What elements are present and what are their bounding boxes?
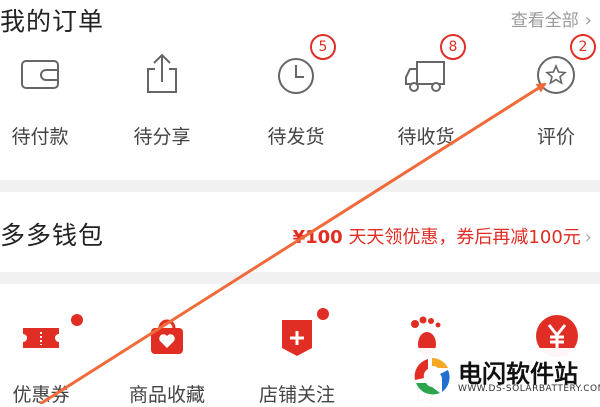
order-status-to-receive[interactable]: 8 待收货 <box>376 34 476 152</box>
notification-dot <box>71 314 83 326</box>
order-status-label: 待付款 <box>11 126 69 148</box>
tool-favorites[interactable]: 商品收藏 <box>102 312 232 406</box>
truck-icon: 8 <box>404 34 466 96</box>
watermark: 电闪软件站 WWW.DS-SOLARBATTERY.COM <box>398 348 600 404</box>
clock-icon: 5 <box>274 34 336 96</box>
orders-title: 我的订单 <box>0 7 105 36</box>
order-status-label: 评价 <box>536 126 575 148</box>
wallet-icon <box>18 52 62 96</box>
section-divider <box>0 180 600 192</box>
share-icon <box>140 52 184 96</box>
promo-text: 天天领优惠，券后再减100元 <box>348 227 581 248</box>
tool-coupons[interactable]: 优惠券 <box>0 312 106 406</box>
order-status-to-ship[interactable]: 5 待发货 <box>246 34 346 152</box>
order-status-review[interactable]: 2 评价 <box>506 34 600 152</box>
notification-dot <box>317 308 329 320</box>
order-status-pending-payment[interactable]: 待付款 <box>0 52 90 152</box>
tool-label: 优惠券 <box>12 384 70 406</box>
chevron-right-icon: › <box>584 10 592 31</box>
order-status-label: 待收货 <box>397 126 455 148</box>
tool-followed-stores[interactable]: 店铺关注 <box>232 308 362 406</box>
order-status-to-share[interactable]: 待分享 <box>112 52 212 152</box>
count-badge: 8 <box>440 34 466 60</box>
wallet-title: 多多钱包 <box>0 221 105 250</box>
tool-label: 商品收藏 <box>128 384 205 406</box>
order-status-label: 待分享 <box>133 126 191 148</box>
coupon-icon <box>17 312 83 360</box>
chevron-right-icon: › <box>584 227 592 248</box>
brand-logo-icon <box>412 356 452 400</box>
section-divider <box>0 272 600 284</box>
count-badge: 5 <box>310 34 336 60</box>
wallet-promo-link[interactable]: ¥100 天天领优惠，券后再减100元 › <box>293 223 592 249</box>
count-badge: 2 <box>570 34 596 60</box>
view-all-orders-link[interactable]: 查看全部 › <box>511 6 592 31</box>
bag-heart-icon <box>143 312 191 360</box>
store-follow-icon <box>273 308 329 360</box>
order-status-label: 待发货 <box>267 126 325 148</box>
star-icon: 2 <box>534 34 596 96</box>
watermark-url: WWW.DS-SOLARBATTERY.COM <box>458 384 600 394</box>
tool-label: 店铺关注 <box>258 384 335 406</box>
promo-amount: ¥100 <box>292 227 343 248</box>
view-all-label: 查看全部 <box>510 11 579 31</box>
